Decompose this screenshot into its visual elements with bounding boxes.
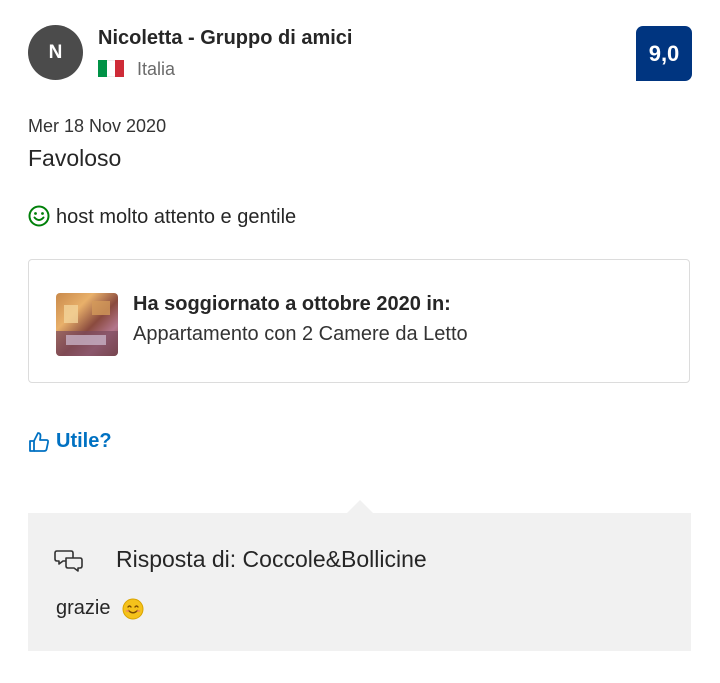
helpful-button[interactable]: Utile?: [28, 430, 112, 453]
reviewer-country: Italia: [137, 59, 176, 79]
reply-text: grazie: [56, 597, 111, 619]
reply-pointer: [346, 500, 374, 514]
thumbs-up-icon: [29, 431, 49, 452]
review-date: Mer 18 Nov 2020: [28, 116, 167, 136]
reviewer-name: Nicoletta - Gruppo di amici: [98, 27, 353, 49]
italy-flag-icon: [98, 60, 125, 77]
chat-bubbles-icon: [54, 550, 83, 572]
avatar: N: [28, 25, 83, 80]
room-thumbnail[interactable]: [56, 293, 118, 356]
review-score-badge: 9,0: [636, 26, 692, 81]
reply-heading: Risposta di: Coccole&Bollicine: [116, 546, 427, 572]
review-positive-text: host molto attento e gentile: [56, 206, 297, 228]
avatar-initial: N: [48, 41, 63, 63]
stay-heading: Ha soggiornato a ottobre 2020 in:: [133, 293, 451, 315]
smile-icon: [28, 205, 50, 227]
stay-info-card: [28, 259, 690, 383]
helpful-label: Utile?: [56, 430, 112, 452]
host-reply-box: [28, 513, 691, 651]
review-title: Favoloso: [28, 145, 122, 171]
review-score: 9,0: [648, 40, 680, 66]
stay-room-type: Appartamento con 2 Camere da Letto: [133, 323, 468, 345]
smiling-face-emoji-icon: [122, 598, 144, 620]
